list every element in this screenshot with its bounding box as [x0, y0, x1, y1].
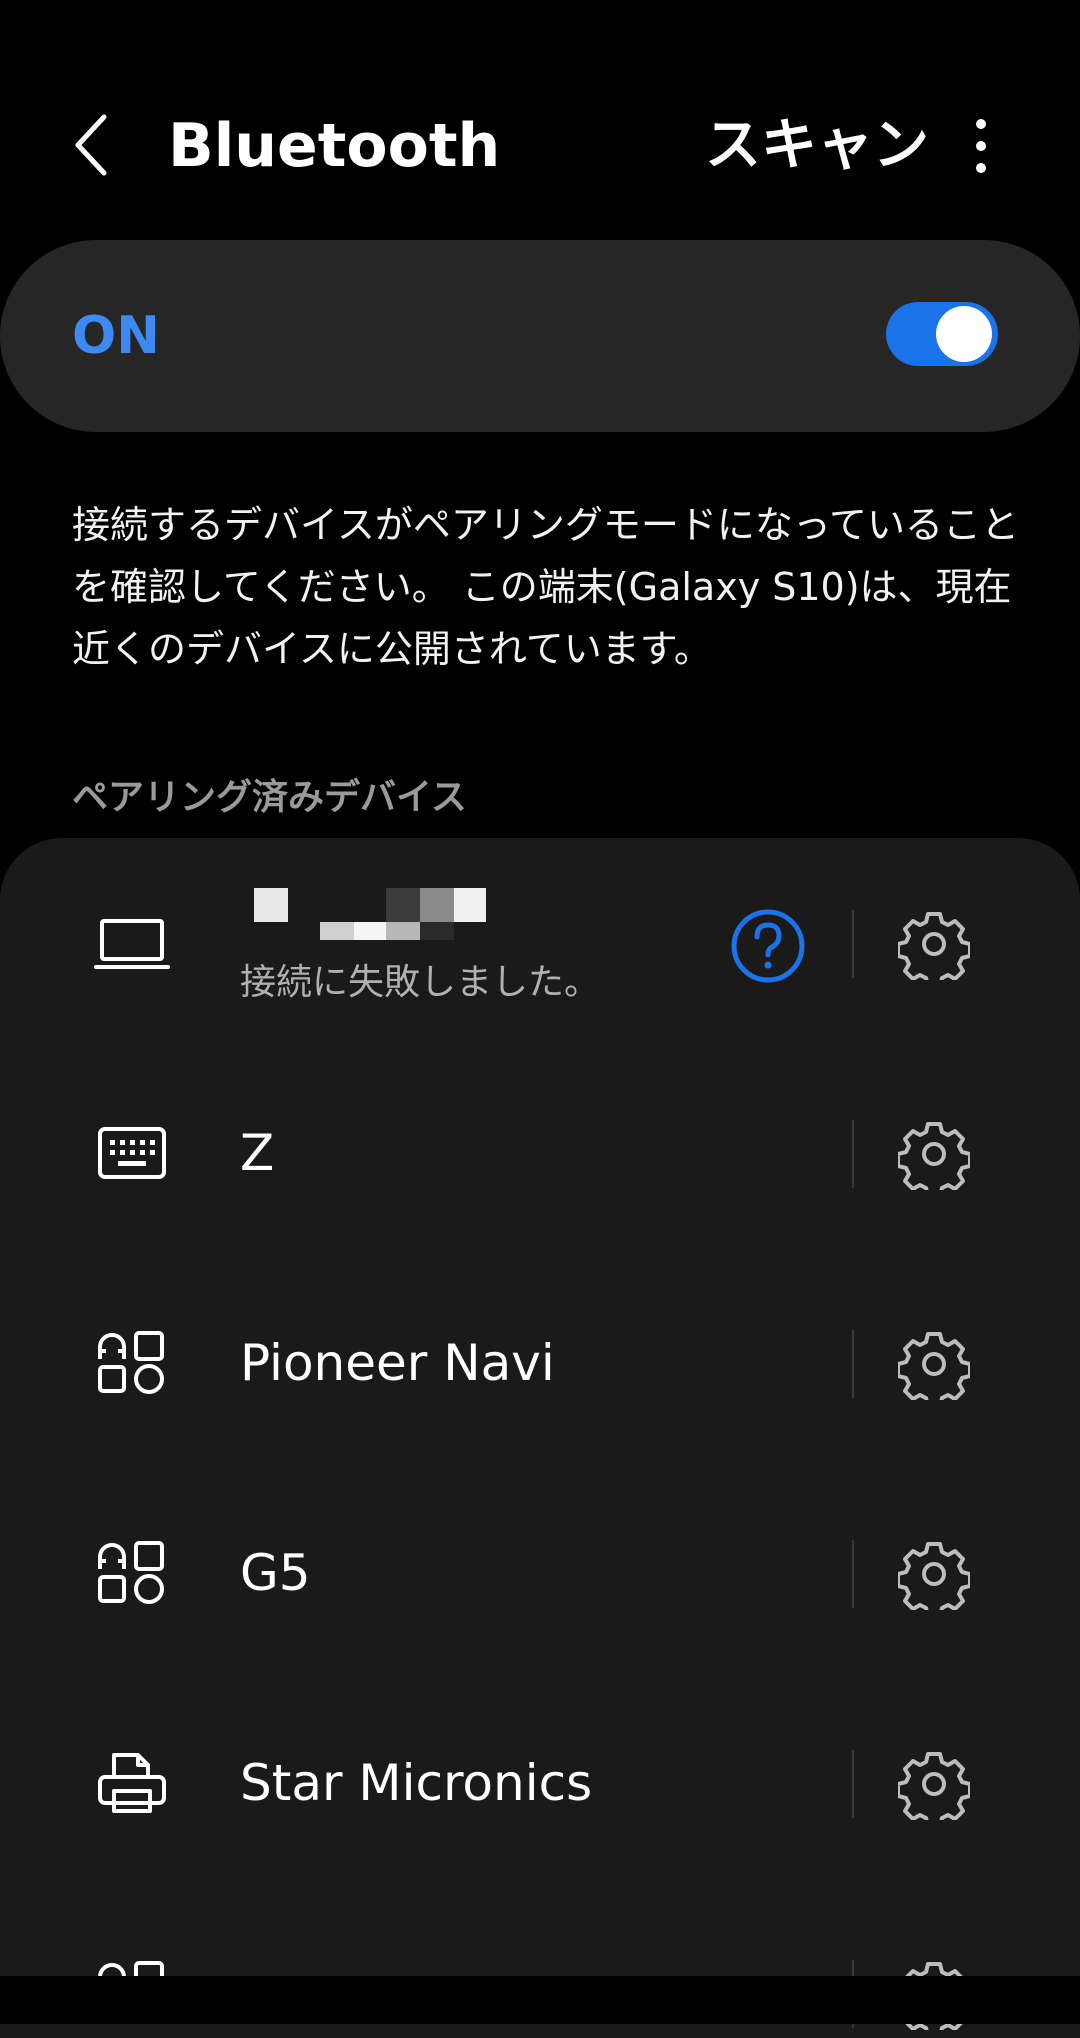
scan-button[interactable]: スキャン	[705, 108, 929, 184]
page-title: Bluetooth	[168, 111, 501, 181]
more-options-button[interactable]	[956, 108, 1006, 184]
device-row-laptop[interactable]: 接続に失敗しました。	[0, 838, 1080, 1048]
gear-icon	[896, 1332, 972, 1408]
device-row-pioneer-navi[interactable]: Pioneer Navi	[0, 1258, 1080, 1468]
device-generic-icon	[94, 1539, 170, 1607]
chevron-left-icon	[75, 114, 107, 176]
device-row-star-micronics[interactable]: Star Micronics	[0, 1678, 1080, 1888]
bluetooth-switch[interactable]	[886, 302, 998, 366]
printer-icon	[94, 1749, 170, 1817]
device-settings-button[interactable]	[896, 1328, 972, 1408]
divider	[852, 1750, 854, 1818]
laptop-icon	[94, 909, 170, 977]
device-name: Pioneer Navi	[240, 1334, 555, 1392]
device-row-g5[interactable]: G5	[0, 1468, 1080, 1678]
paired-devices-header: ペアリング済みデバイス	[72, 777, 467, 818]
app-bar: Bluetooth スキャン	[0, 0, 1080, 240]
device-status: 接続に失敗しました。	[240, 962, 601, 1003]
gear-icon	[896, 1752, 972, 1828]
navigation-bar-area	[0, 1976, 1080, 2024]
device-name: G5	[240, 1544, 311, 1602]
gear-icon	[896, 912, 972, 988]
more-vert-icon	[976, 119, 986, 173]
divider	[852, 910, 854, 978]
help-circle-icon	[731, 909, 805, 983]
paired-devices-list: 接続に失敗しました。 Z Pioneer Navi G5 Star Micron…	[0, 838, 1080, 2038]
device-generic-icon	[94, 1329, 170, 1397]
divider	[852, 1330, 854, 1398]
device-settings-button[interactable]	[896, 1538, 972, 1618]
divider	[852, 1540, 854, 1608]
device-settings-button[interactable]	[896, 1118, 972, 1198]
keyboard-icon	[94, 1119, 170, 1187]
back-button[interactable]	[60, 105, 130, 185]
visibility-description: 接続するデバイスがペアリングモードになっていることを確認してください。 この端末…	[72, 503, 1019, 671]
gear-icon	[896, 1122, 972, 1198]
divider	[852, 1120, 854, 1188]
help-button[interactable]	[728, 906, 808, 986]
redacted-device-name	[254, 888, 486, 940]
device-name: Star Micronics	[240, 1754, 593, 1812]
device-name: Z	[240, 1124, 275, 1182]
device-settings-button[interactable]	[896, 908, 972, 988]
toggle-state-label: ON	[72, 306, 160, 366]
switch-thumb	[936, 306, 992, 362]
device-settings-button[interactable]	[896, 1748, 972, 1828]
gear-icon	[896, 1542, 972, 1618]
device-row-keyboard[interactable]: Z	[0, 1048, 1080, 1258]
